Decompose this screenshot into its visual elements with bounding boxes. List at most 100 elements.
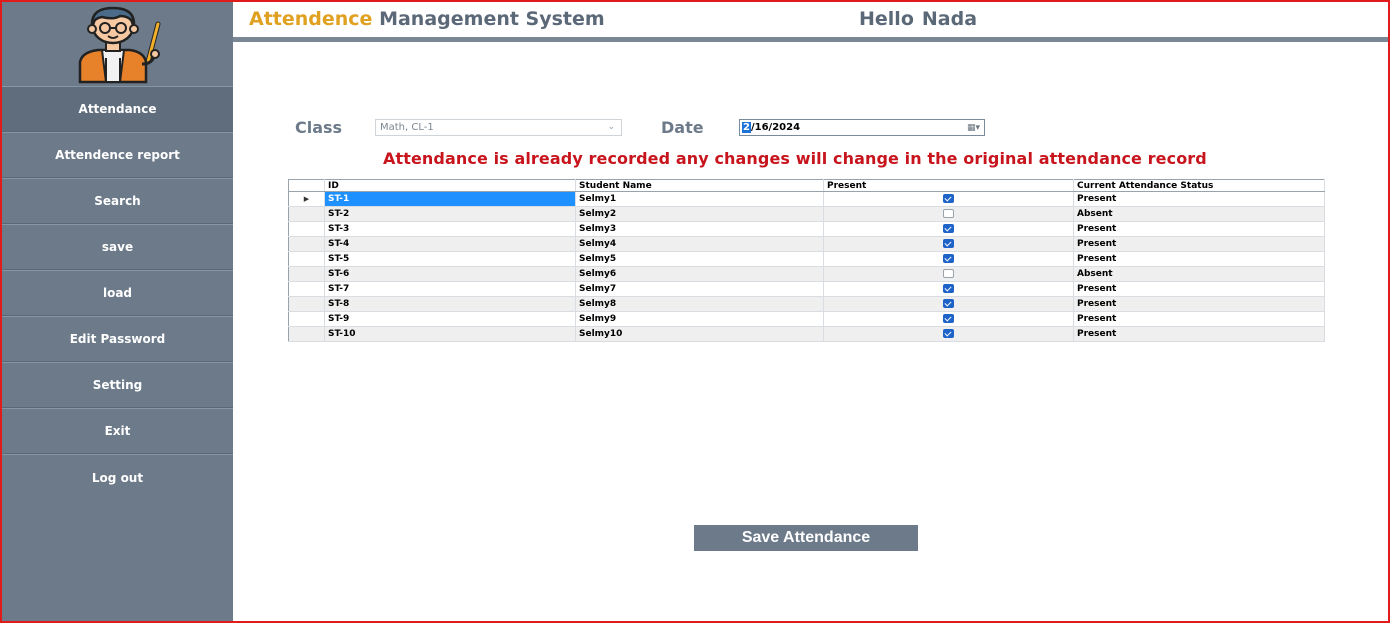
column-header-student-name[interactable]: Student Name — [575, 179, 824, 192]
cell-present[interactable] — [823, 236, 1074, 252]
row-header[interactable] — [288, 326, 325, 342]
cell-present[interactable] — [823, 266, 1074, 282]
sidebar-item-label: load — [102, 286, 133, 300]
cell-present[interactable] — [823, 326, 1074, 342]
column-header-present[interactable]: Present — [823, 179, 1074, 192]
present-checkbox[interactable] — [943, 194, 954, 203]
table-row[interactable]: ST-4 Selmy4 Present — [288, 236, 1325, 252]
cell-student-name[interactable]: Selmy7 — [575, 281, 824, 297]
row-header[interactable] — [288, 206, 325, 222]
class-select[interactable]: Math, CL-1 ⌄ — [375, 119, 622, 136]
cell-present[interactable] — [823, 221, 1074, 237]
cell-student-name[interactable]: Selmy8 — [575, 296, 824, 312]
date-label: Date — [661, 118, 704, 137]
present-checkbox[interactable] — [943, 224, 954, 233]
calendar-dropdown-icon[interactable]: ▦▾ — [967, 121, 980, 136]
row-header[interactable] — [288, 221, 325, 237]
cell-status[interactable]: Present — [1073, 236, 1325, 252]
cell-status[interactable]: Present — [1073, 221, 1325, 237]
cell-status[interactable]: Present — [1073, 311, 1325, 327]
present-checkbox[interactable] — [943, 269, 954, 278]
cell-student-name[interactable]: Selmy9 — [575, 311, 824, 327]
column-header-status[interactable]: Current Attendance Status — [1073, 179, 1325, 192]
table-row[interactable]: ST-3 Selmy3 Present — [288, 221, 1325, 237]
cell-id[interactable]: ST-7 — [324, 281, 576, 297]
sidebar-item-label: Log out — [91, 470, 144, 485]
cell-id[interactable]: ST-4 — [324, 236, 576, 252]
sidebar-item-search[interactable]: Search — [2, 178, 233, 224]
sidebar-item-label: save — [101, 240, 134, 254]
cell-status[interactable]: Present — [1073, 296, 1325, 312]
row-header[interactable] — [288, 266, 325, 282]
cell-student-name[interactable]: Selmy10 — [575, 326, 824, 342]
cell-status[interactable]: Present — [1073, 326, 1325, 342]
cell-id[interactable]: ST-10 — [324, 326, 576, 342]
cell-status[interactable]: Present — [1073, 191, 1325, 207]
row-header[interactable] — [288, 296, 325, 312]
save-attendance-button[interactable]: Save Attendance — [694, 525, 918, 551]
sidebar-item-attendance[interactable]: Attendance — [2, 86, 233, 132]
sidebar-item-exit[interactable]: Exit — [2, 408, 233, 454]
teacher-with-pointer-icon — [78, 6, 161, 84]
sidebar-item-attendence-report[interactable]: Attendence report — [2, 132, 233, 178]
cell-student-name[interactable]: Selmy5 — [575, 251, 824, 267]
present-checkbox[interactable] — [943, 254, 954, 263]
cell-status[interactable]: Absent — [1073, 206, 1325, 222]
cell-status[interactable]: Absent — [1073, 266, 1325, 282]
table-row[interactable]: ▶ ST-1 Selmy1 Present — [288, 191, 1325, 207]
present-checkbox[interactable] — [943, 284, 954, 293]
date-picker[interactable]: 2/16/2024 ▦▾ — [739, 119, 985, 136]
cell-id[interactable]: ST-8 — [324, 296, 576, 312]
present-checkbox[interactable] — [943, 209, 954, 218]
sidebar-item-log-out[interactable]: Log out — [2, 454, 233, 500]
sidebar-item-label: Edit Password — [69, 332, 166, 346]
present-checkbox[interactable] — [943, 239, 954, 248]
present-checkbox[interactable] — [943, 314, 954, 323]
table-row[interactable]: ST-2 Selmy2 Absent — [288, 206, 1325, 222]
cell-present[interactable] — [823, 206, 1074, 222]
row-header[interactable] — [288, 281, 325, 297]
sidebar-item-edit-password[interactable]: Edit Password — [2, 316, 233, 362]
sidebar-item-label: Setting — [92, 378, 143, 392]
header: Attendence Management System Hello Nada — [233, 2, 1388, 38]
cell-student-name[interactable]: Selmy4 — [575, 236, 824, 252]
app-title-rest: Management System — [379, 8, 605, 30]
logo-area — [2, 2, 233, 86]
present-checkbox[interactable] — [943, 329, 954, 338]
cell-present[interactable] — [823, 251, 1074, 267]
table-row[interactable]: ST-8 Selmy8 Present — [288, 296, 1325, 312]
sidebar-item-save[interactable]: save — [2, 224, 233, 270]
cell-student-name[interactable]: Selmy2 — [575, 206, 824, 222]
attendance-grid[interactable]: ID Student Name Present Current Attendan… — [288, 179, 1325, 342]
chevron-down-icon[interactable]: ⌄ — [607, 120, 615, 135]
table-row[interactable]: ST-6 Selmy6 Absent — [288, 266, 1325, 282]
cell-student-name[interactable]: Selmy3 — [575, 221, 824, 237]
sidebar-item-label: Attendance — [78, 102, 157, 116]
cell-present[interactable] — [823, 281, 1074, 297]
cell-student-name[interactable]: Selmy6 — [575, 266, 824, 282]
row-header[interactable] — [288, 251, 325, 267]
cell-id[interactable]: ST-9 — [324, 311, 576, 327]
cell-student-name[interactable]: Selmy1 — [575, 191, 824, 207]
cell-present[interactable] — [823, 191, 1074, 207]
column-header-id[interactable]: ID — [324, 179, 576, 192]
cell-present[interactable] — [823, 296, 1074, 312]
cell-id[interactable]: ST-2 — [324, 206, 576, 222]
cell-id[interactable]: ST-3 — [324, 221, 576, 237]
cell-status[interactable]: Present — [1073, 251, 1325, 267]
cell-id[interactable]: ST-1 — [324, 191, 576, 207]
row-header[interactable] — [288, 236, 325, 252]
table-row[interactable]: ST-7 Selmy7 Present — [288, 281, 1325, 297]
row-selector-icon[interactable]: ▶ — [288, 191, 325, 207]
sidebar-item-load[interactable]: load — [2, 270, 233, 316]
cell-id[interactable]: ST-5 — [324, 251, 576, 267]
cell-id[interactable]: ST-6 — [324, 266, 576, 282]
table-row[interactable]: ST-5 Selmy5 Present — [288, 251, 1325, 267]
table-row[interactable]: ST-9 Selmy9 Present — [288, 311, 1325, 327]
cell-present[interactable] — [823, 311, 1074, 327]
sidebar-item-setting[interactable]: Setting — [2, 362, 233, 408]
present-checkbox[interactable] — [943, 299, 954, 308]
row-header[interactable] — [288, 311, 325, 327]
cell-status[interactable]: Present — [1073, 281, 1325, 297]
table-row[interactable]: ST-10 Selmy10 Present — [288, 326, 1325, 342]
